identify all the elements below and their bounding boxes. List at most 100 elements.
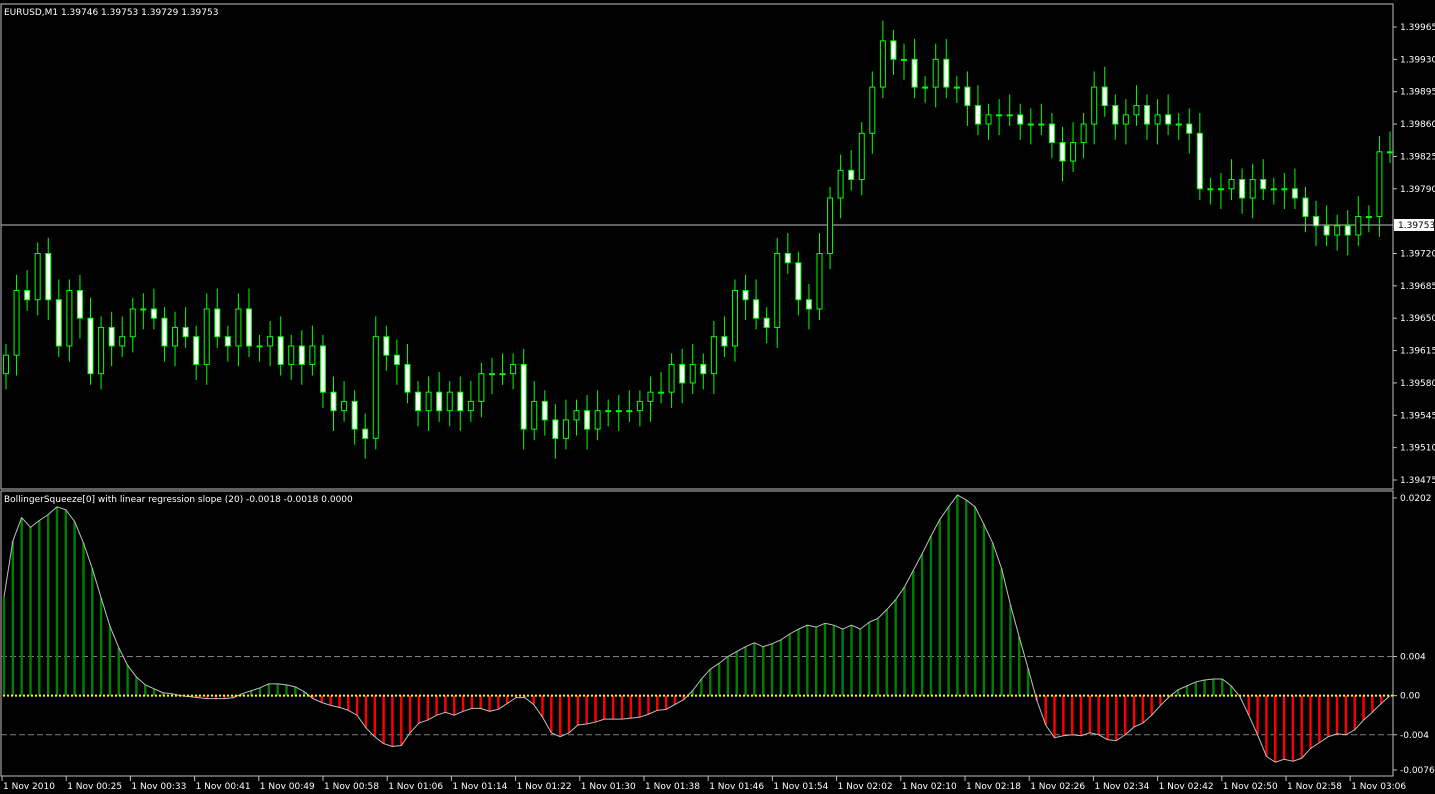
- squeeze-dot: [455, 694, 457, 697]
- squeeze-dot: [1031, 694, 1033, 697]
- chart-window[interactable]: EURUSD,M1 1.39746 1.39753 1.39729 1.3975…: [0, 0, 1435, 794]
- candle-body: [129, 308, 136, 338]
- squeeze-dot: [79, 694, 81, 697]
- candle-body: [1038, 123, 1045, 126]
- candle-body: [753, 299, 760, 319]
- price-label: 1.39545: [1400, 411, 1435, 421]
- squeeze-dot: [479, 694, 481, 697]
- squeeze-dot: [979, 694, 981, 697]
- squeeze-dot: [1219, 694, 1221, 697]
- time-label: 1 Nov 00:25: [67, 782, 122, 792]
- squeeze-dot: [367, 694, 369, 697]
- squeeze-dot: [1023, 694, 1025, 697]
- squeeze-dot: [583, 694, 585, 697]
- candle-body: [974, 105, 981, 125]
- squeeze-dot: [171, 694, 173, 697]
- squeeze-dot: [147, 694, 149, 697]
- time-label: 1 Nov 00:49: [260, 782, 315, 792]
- squeeze-dot: [1067, 694, 1069, 697]
- squeeze-dot: [943, 694, 945, 697]
- squeeze-dot: [347, 694, 349, 697]
- squeeze-dot: [575, 694, 577, 697]
- squeeze-dot: [1095, 694, 1097, 697]
- time-label: 1 Nov 02:26: [1030, 782, 1085, 792]
- candle-body: [890, 40, 897, 60]
- price-label: 1.39965: [1400, 23, 1435, 33]
- squeeze-dot: [695, 694, 697, 697]
- candle-body: [541, 400, 548, 421]
- squeeze-dot: [387, 694, 389, 697]
- squeeze-dot: [1027, 694, 1029, 697]
- candle-body: [510, 363, 517, 375]
- indicator-area[interactable]: [0, 490, 1394, 777]
- squeeze-dot: [915, 694, 917, 697]
- squeeze-dot: [1263, 694, 1265, 697]
- squeeze-dot: [295, 694, 297, 697]
- squeeze-dot: [1319, 694, 1321, 697]
- squeeze-dot: [595, 694, 597, 697]
- candle-body: [763, 317, 770, 328]
- candle-body: [404, 363, 411, 393]
- squeeze-dot: [151, 694, 153, 697]
- squeeze-dot: [747, 694, 749, 697]
- squeeze-dot: [355, 694, 357, 697]
- price-label: 1.39615: [1400, 347, 1435, 357]
- squeeze-dot: [1011, 694, 1013, 697]
- squeeze-dot: [407, 694, 409, 697]
- time-label: 1 Nov 01:38: [645, 782, 700, 792]
- candle-body: [98, 326, 105, 375]
- time-label: 1 Nov 01:54: [773, 782, 828, 792]
- squeeze-dot: [1367, 694, 1369, 697]
- candle-body: [1196, 132, 1203, 190]
- squeeze-dot: [919, 694, 921, 697]
- candle-body: [193, 336, 200, 365]
- squeeze-dot: [1295, 694, 1297, 697]
- candle-body: [108, 326, 115, 347]
- candle-body: [1006, 114, 1013, 117]
- candle-body: [552, 419, 559, 439]
- squeeze-dot: [67, 694, 69, 697]
- candle-body: [457, 391, 464, 412]
- time-label: 1 Nov 01:30: [581, 782, 636, 792]
- squeeze-dot: [555, 694, 557, 697]
- squeeze-dot: [1043, 694, 1045, 697]
- squeeze-dot: [279, 694, 281, 697]
- squeeze-dot: [791, 694, 793, 697]
- time-label: 1 Nov 01:22: [517, 782, 572, 792]
- time-label: 1 Nov 03:06: [1351, 782, 1406, 792]
- squeeze-dot: [899, 694, 901, 697]
- squeeze-dot: [47, 694, 49, 697]
- squeeze-dot: [371, 694, 373, 697]
- candle-body: [520, 363, 527, 430]
- price-label: 1.39790: [1400, 185, 1435, 195]
- squeeze-dot: [647, 694, 649, 697]
- indicator-scale-label: -0.0076: [1400, 766, 1435, 776]
- squeeze-dot: [907, 694, 909, 697]
- squeeze-dot: [967, 694, 969, 697]
- squeeze-dot: [419, 694, 421, 697]
- squeeze-dot: [1379, 694, 1381, 697]
- squeeze-dot: [1255, 694, 1257, 697]
- candle-body: [996, 114, 1003, 117]
- indicator-scale-label: 0.00: [1400, 692, 1420, 702]
- squeeze-dot: [639, 694, 641, 697]
- candle-body: [245, 308, 252, 347]
- squeeze-dot: [1339, 694, 1341, 697]
- candle-body: [615, 410, 622, 413]
- squeeze-dot: [159, 694, 161, 697]
- squeeze-dot: [771, 694, 773, 697]
- squeeze-dot: [139, 694, 141, 697]
- indicator-scale-label: -0.004: [1400, 731, 1429, 741]
- squeeze-dot: [131, 694, 133, 697]
- squeeze-dot: [123, 694, 125, 697]
- candle-body: [1344, 225, 1351, 236]
- candle-body: [1355, 216, 1362, 236]
- squeeze-dot: [923, 694, 925, 697]
- squeeze-dot: [763, 694, 765, 697]
- squeeze-dot: [1343, 694, 1345, 697]
- main-chart-area[interactable]: [0, 3, 1394, 490]
- squeeze-dot: [1199, 694, 1201, 697]
- squeeze-dot: [663, 694, 665, 697]
- squeeze-dot: [1083, 694, 1085, 697]
- candle-body: [214, 308, 221, 338]
